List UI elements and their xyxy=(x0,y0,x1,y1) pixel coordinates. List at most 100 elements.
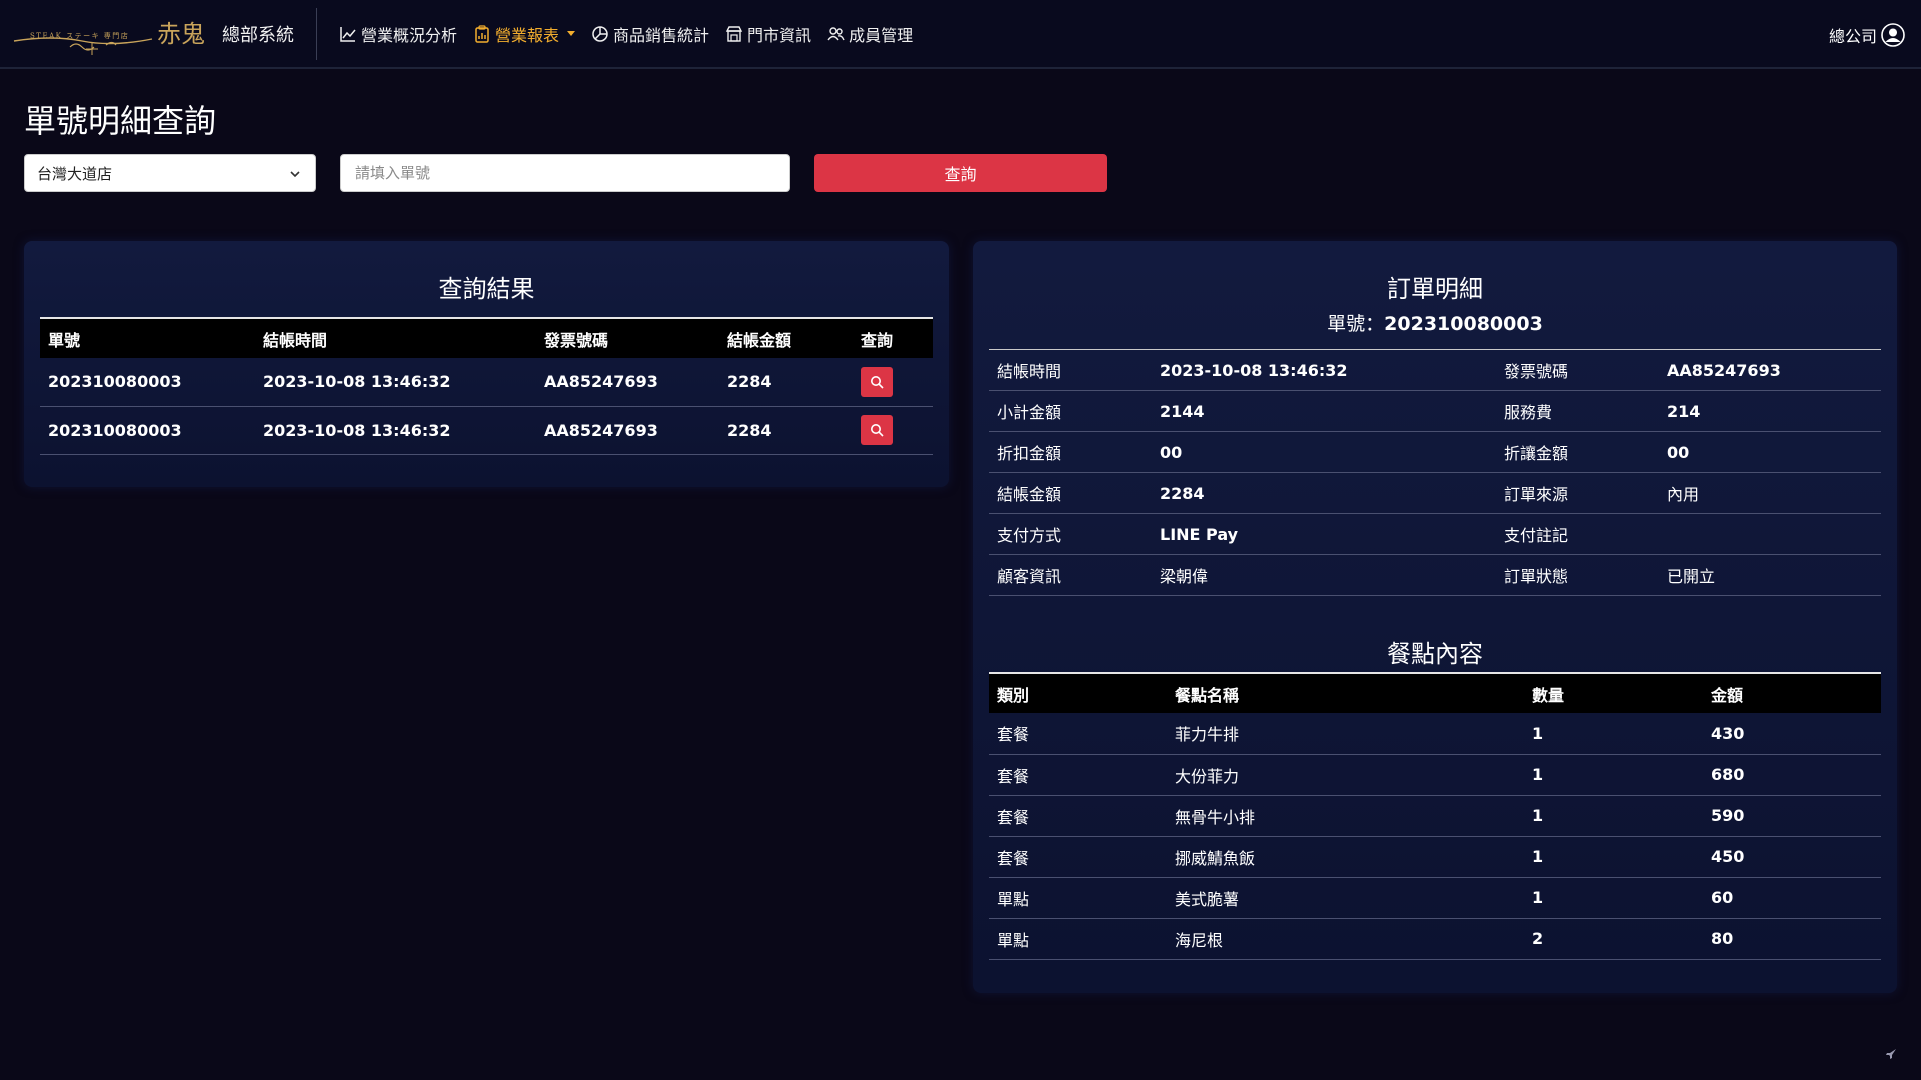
detail-label: 結帳金額 xyxy=(989,472,1152,514)
store-select-value: 台灣大道店 xyxy=(37,164,113,183)
detail-label: 顧客資訊 xyxy=(989,554,1152,596)
table-row: 結帳金額 2284 訂單來源 內用 xyxy=(989,472,1881,514)
brand[interactable]: STEAK ステーキ 専門店 赤鬼 總部系統 xyxy=(0,0,294,68)
line-chart-icon xyxy=(340,26,356,42)
amount-cell: 60 xyxy=(1703,877,1881,919)
category-cell: 套餐 xyxy=(989,795,1167,837)
order-number-cell: 202310080003 xyxy=(40,406,255,455)
detail-value: LINE Pay xyxy=(1152,513,1496,555)
column-header: 發票號碼 xyxy=(536,317,719,358)
detail-value: 梁朝偉 xyxy=(1152,554,1496,596)
table-row: 套餐 大份菲力 1 680 xyxy=(989,754,1881,796)
detail-label: 服務費 xyxy=(1496,390,1659,432)
detail-label: 支付方式 xyxy=(989,513,1152,555)
action-cell xyxy=(853,358,933,407)
detail-label: 支付註記 xyxy=(1496,513,1659,555)
amount-cell: 2284 xyxy=(719,358,853,407)
nav-item-business-report[interactable]: 營業報表 xyxy=(473,22,576,46)
clipboard-icon xyxy=(475,24,489,43)
nav-item-store-info[interactable]: 門市資訊 xyxy=(725,22,811,46)
nav-item-label: 成員管理 xyxy=(849,25,914,45)
amount-cell: 590 xyxy=(1703,795,1881,837)
order-number-label: 單號： xyxy=(1327,313,1385,335)
amount-cell: 450 xyxy=(1703,836,1881,878)
user-circle-icon xyxy=(1881,22,1905,47)
detail-value: 00 xyxy=(1659,431,1881,473)
rocket-icon[interactable] xyxy=(1885,1048,1897,1060)
quantity-cell: 1 xyxy=(1524,713,1703,755)
category-cell: 套餐 xyxy=(989,836,1167,878)
order-number-value: 202310080003 xyxy=(1384,313,1543,335)
column-header: 數量 xyxy=(1524,672,1703,713)
chevron-down-icon xyxy=(567,31,576,36)
table-row: 單點 海尼根 2 80 xyxy=(989,918,1881,960)
top-navbar: STEAK ステーキ 専門店 赤鬼 總部系統 營業概況分析 營業報表 商品銷售統… xyxy=(0,0,1921,69)
brand-title: 總部系統 xyxy=(222,24,294,46)
brand-logo: STEAK ステーキ 専門店 赤鬼 xyxy=(13,20,205,55)
invoice-cell: AA85247693 xyxy=(536,358,719,407)
row-search-button[interactable] xyxy=(861,366,893,397)
column-header: 查詢 xyxy=(853,317,933,358)
table-row: 顧客資訊 梁朝偉 訂單狀態 已開立 xyxy=(989,554,1881,596)
order-detail-title: 訂單明細 xyxy=(1387,275,1483,303)
detail-label: 折扣金額 xyxy=(989,431,1152,473)
checkout-time-cell: 2023-10-08 13:46:32 xyxy=(255,358,536,407)
table-row: 套餐 挪威鯖魚飯 1 450 xyxy=(989,836,1881,878)
detail-value: 00 xyxy=(1152,431,1496,473)
category-cell: 套餐 xyxy=(989,754,1167,796)
column-header: 結帳時間 xyxy=(255,317,536,358)
detail-label: 小計金額 xyxy=(989,390,1152,432)
detail-value xyxy=(1659,513,1881,555)
row-search-button[interactable] xyxy=(861,415,893,445)
item-name-cell: 無骨牛小排 xyxy=(1167,795,1524,837)
table-header-row: 單號 結帳時間 發票號碼 結帳金額 查詢 xyxy=(40,317,933,358)
svg-text:赤鬼: 赤鬼 xyxy=(157,20,205,48)
quantity-cell: 1 xyxy=(1524,754,1703,796)
table-row: 小計金額 2144 服務費 214 xyxy=(989,390,1881,432)
table-row: 202310080003 2023-10-08 13:46:32 AA85247… xyxy=(40,358,933,407)
table-row: 套餐 菲力牛排 1 430 xyxy=(989,713,1881,755)
amount-cell: 430 xyxy=(1703,713,1881,755)
store-select[interactable]: 台灣大道店 xyxy=(24,154,316,192)
query-button[interactable]: 查詢 xyxy=(814,154,1107,192)
order-number-input[interactable] xyxy=(340,154,790,192)
table-row: 單點 美式脆薯 1 60 xyxy=(989,877,1881,919)
item-name-cell: 美式脆薯 xyxy=(1167,877,1524,919)
amount-cell: 680 xyxy=(1703,754,1881,796)
detail-label: 訂單狀態 xyxy=(1496,554,1659,596)
items-table: 類別 餐點名稱 數量 金額 套餐 菲力牛排 1 430 套餐 大份菲力 1 68… xyxy=(989,672,1881,960)
category-cell: 套餐 xyxy=(989,713,1167,755)
pie-chart-icon xyxy=(592,25,608,42)
action-cell xyxy=(853,406,933,455)
table-row: 支付方式 LINE Pay 支付註記 xyxy=(989,513,1881,555)
column-header: 餐點名稱 xyxy=(1167,672,1524,713)
item-name-cell: 菲力牛排 xyxy=(1167,713,1524,755)
order-number-line: 單號：202310080003 xyxy=(973,309,1897,336)
detail-value: 214 xyxy=(1659,390,1881,432)
invoice-cell: AA85247693 xyxy=(536,406,719,455)
search-icon xyxy=(871,375,884,389)
detail-value: 2284 xyxy=(1152,472,1496,514)
nav-item-member-management[interactable]: 成員管理 xyxy=(827,22,913,46)
table-row: 202310080003 2023-10-08 13:46:32 AA85247… xyxy=(40,406,933,455)
item-name-cell: 海尼根 xyxy=(1167,918,1524,960)
detail-label: 發票號碼 xyxy=(1496,349,1659,391)
result-card: 查詢結果 單號 結帳時間 發票號碼 結帳金額 查詢 202310080003 2… xyxy=(24,241,949,487)
nav-item-product-sales[interactable]: 商品銷售統計 xyxy=(591,22,709,46)
detail-value: 2023-10-08 13:46:32 xyxy=(1152,349,1496,391)
nav-item-label: 商品銷售統計 xyxy=(613,25,710,45)
nav-item-business-overview[interactable]: 營業概況分析 xyxy=(339,22,457,46)
amount-cell: 80 xyxy=(1703,918,1881,960)
amount-cell: 2284 xyxy=(719,406,853,455)
table-row: 折扣金額 00 折讓金額 00 xyxy=(989,431,1881,473)
category-cell: 單點 xyxy=(989,918,1167,960)
search-icon xyxy=(871,424,884,437)
order-detail-table: 結帳時間 2023-10-08 13:46:32 發票號碼 AA85247693… xyxy=(989,349,1881,596)
nav-item-label: 營業報表 xyxy=(495,25,560,45)
store-icon xyxy=(725,25,743,42)
result-card-title: 查詢結果 xyxy=(438,275,535,303)
detail-value: 內用 xyxy=(1659,472,1881,514)
order-number-cell: 202310080003 xyxy=(40,358,255,407)
checkout-time-cell: 2023-10-08 13:46:32 xyxy=(255,406,536,455)
user-menu[interactable]: 總公司 xyxy=(1829,0,1905,69)
